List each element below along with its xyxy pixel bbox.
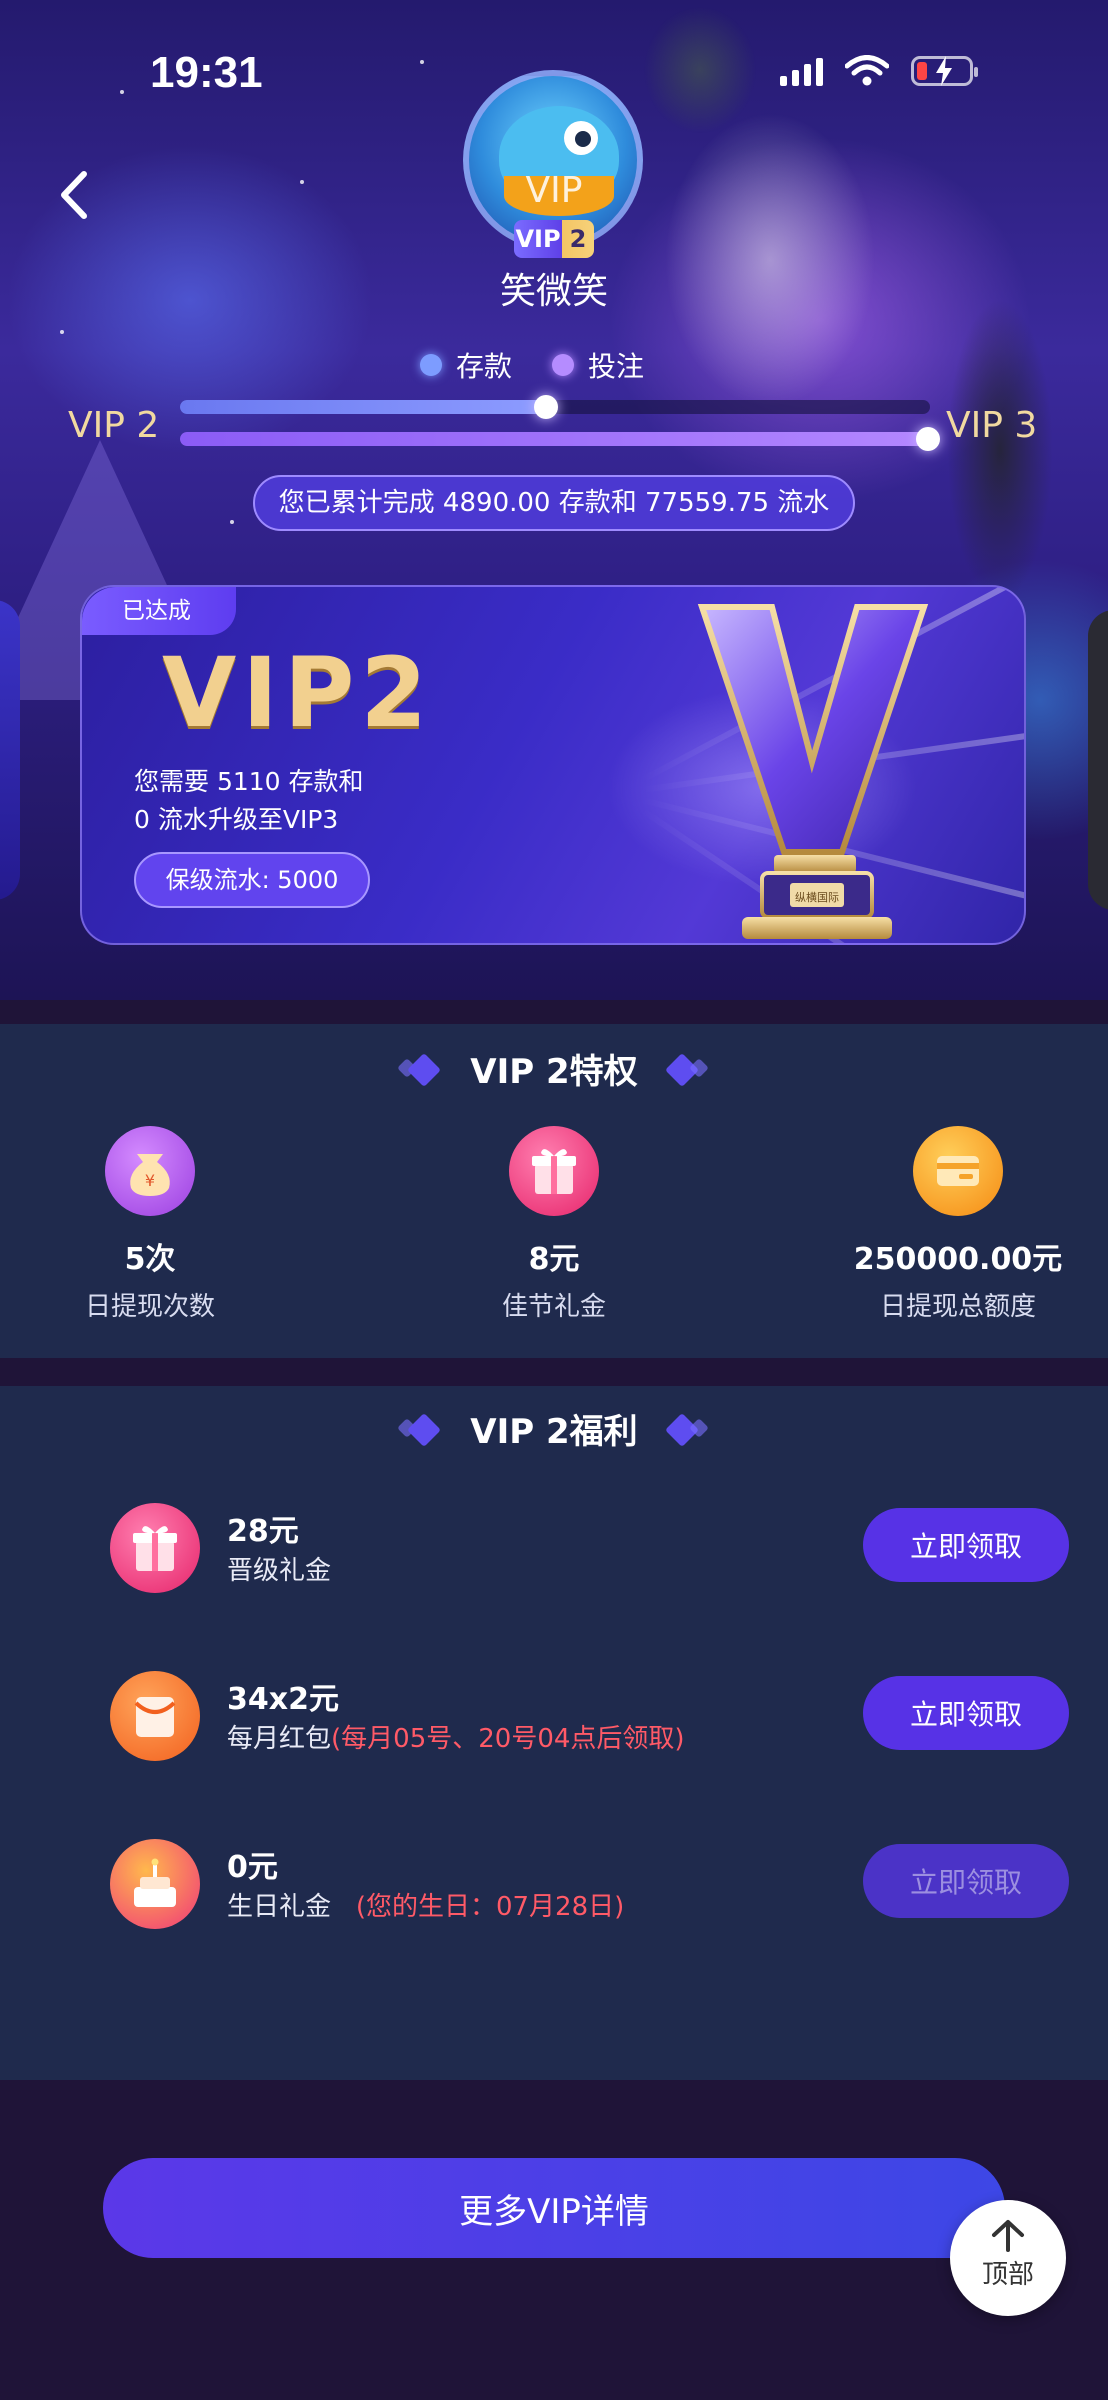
privilege-value: 5次 (124, 1242, 176, 1277)
current-level-label: VIP 2 (68, 405, 160, 446)
deposit-progress-fill (180, 395, 558, 419)
privilege-label: 日提现总额度 (879, 1292, 1036, 1322)
keep-turnover-pill: 保级流水: 5000 (134, 852, 370, 908)
star-decoration (420, 60, 424, 64)
vip-level-card: 已达成 VIP2 您需要 5110 存款和 0 流水升级至VIP3 保级流水: … (80, 585, 1026, 945)
next-level-label: VIP 3 (946, 405, 1038, 446)
benefit-amount: 34x2元 (227, 1682, 339, 1717)
next-level-card[interactable] (1088, 610, 1108, 910)
privileges-title: VIP 2特权 (470, 1052, 638, 1092)
privilege-label: 佳节礼金 (501, 1292, 606, 1322)
benefit-desc-text: 生日礼金 (227, 1892, 332, 1922)
privilege-value: 8元 (528, 1242, 580, 1277)
privileges-panel: VIP 2特权 ¥ 5次 日提现次数 8元 佳节礼金 250000.00元 日提… (0, 1024, 1108, 1358)
benefit-desc: 生日礼金 (您的生日：07月28日) (227, 1886, 624, 1923)
benefit-amount: 0元 (227, 1850, 278, 1885)
hero-banner: 19:31 VIP VIP 2 笑微笑 存款 投注 VIP 2 VIP 3 您已… (0, 0, 1108, 1000)
star-decoration (60, 330, 64, 334)
status-icons (780, 55, 978, 87)
username: 笑微笑 (499, 271, 608, 312)
benefits-panel: VIP 2福利 28元 晋级礼金 立即领取 34x2元 每月红包(每月05号、2… (0, 1386, 1108, 2080)
deposit-dot-icon (420, 354, 442, 376)
deposit-progress-track (180, 395, 930, 419)
privilege-item: ¥ 5次 日提现次数 (0, 1126, 300, 1323)
bet-dot-icon (552, 354, 575, 376)
vip-label: VIP (525, 170, 583, 211)
scroll-to-top-label: 顶部 (981, 2260, 1034, 2290)
benefits-title: VIP 2福利 (470, 1412, 638, 1452)
requirement-line: 您需要 5110 存款和 (134, 767, 364, 796)
privilege-label: 日提现次数 (84, 1292, 215, 1322)
legend-deposit: 存款 (420, 345, 512, 385)
scroll-to-top-button[interactable]: 顶部 (950, 2200, 1066, 2316)
star-decoration (120, 90, 124, 94)
requirement-line: 0 流水升级至VIP3 (134, 805, 339, 834)
achieved-tag: 已达成 (82, 587, 236, 635)
privilege-value: 250000.00元 (853, 1242, 1063, 1277)
progress-legend: 存款 投注 (420, 345, 644, 385)
benefit-row: 34x2元 每月红包(每月05号、20号04点后领取) 立即领取 (0, 1666, 1108, 1766)
deposit-progress-knob (533, 395, 558, 419)
gift-icon (110, 1503, 200, 1593)
bet-progress-track (180, 427, 940, 451)
claim-button[interactable]: 立即领取 (863, 1508, 1069, 1582)
upgrade-requirement: 您需要 5110 存款和 0 流水升级至VIP3 (134, 763, 364, 839)
privilege-item: 250000.00元 日提现总额度 (808, 1126, 1108, 1323)
benefit-amount: 28元 (227, 1514, 299, 1549)
birthday-cake-icon (110, 1839, 200, 1929)
vip-level-badge: VIP 2 (514, 220, 594, 258)
red-envelope-icon (110, 1671, 200, 1761)
battery-icon (911, 56, 978, 86)
trophy-v-icon: 纵横国际 (697, 604, 929, 939)
wifi-icon (845, 55, 889, 86)
vip-badge-level: 2 (569, 225, 587, 253)
bet-progress-fill (180, 427, 940, 451)
bet-progress-knob (916, 427, 940, 451)
vip-badge-prefix: VIP (515, 225, 561, 253)
claim-button-disabled[interactable]: 立即领取 (863, 1844, 1069, 1918)
benefit-row: 0元 生日礼金 (您的生日：07月28日) 立即领取 (0, 1834, 1108, 1934)
legend-bet-label: 投注 (588, 350, 645, 383)
trophy-plaque-text: 纵横国际 (795, 890, 839, 904)
benefit-note: (您的生日：07月28日) (355, 1892, 625, 1922)
card-icon (913, 1126, 1003, 1216)
status-time: 19:31 (150, 48, 263, 97)
privilege-item: 8元 佳节礼金 (404, 1126, 704, 1323)
claim-button[interactable]: 立即领取 (863, 1676, 1069, 1750)
benefit-desc-text: 每月红包 (227, 1724, 332, 1754)
more-vip-details-button[interactable]: 更多VIP详情 (103, 2158, 1005, 2258)
vip-level-title: VIP2 (162, 637, 434, 749)
benefit-desc: 每月红包(每月05号、20号04点后领取) (227, 1718, 685, 1755)
benefit-note: (每月05号、20号04点后领取) (331, 1724, 685, 1754)
arrow-up-icon (992, 2220, 1024, 2252)
legend-deposit-label: 存款 (456, 350, 513, 383)
money-bag-icon: ¥ (105, 1126, 195, 1216)
benefit-row: 28元 晋级礼金 立即领取 (0, 1498, 1108, 1598)
prev-level-card[interactable] (0, 600, 20, 900)
gift-icon (509, 1126, 599, 1216)
signal-icon (780, 56, 823, 86)
legend-bet: 投注 (552, 345, 644, 385)
benefit-desc-text: 晋级礼金 (227, 1556, 332, 1586)
star-decoration (230, 520, 234, 524)
benefit-desc: 晋级礼金 (227, 1550, 331, 1587)
svg-text:¥: ¥ (145, 1171, 155, 1190)
progress-summary: 您已累计完成 4890.00 存款和 77559.75 流水 (253, 475, 855, 531)
